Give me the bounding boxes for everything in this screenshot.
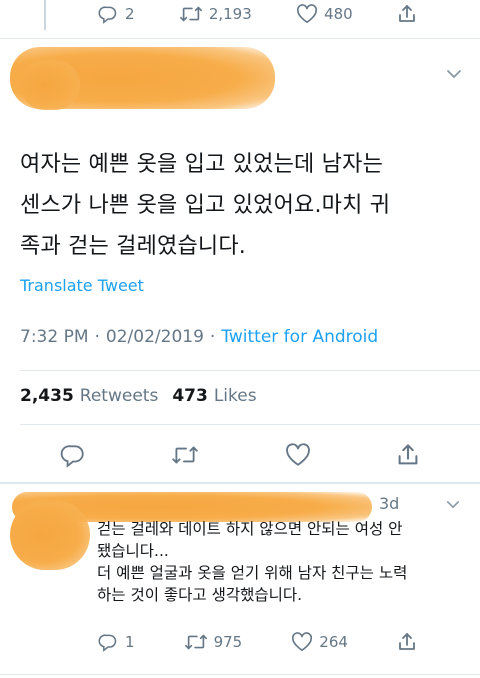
separator-dot: · xyxy=(94,327,100,347)
share-button[interactable] xyxy=(397,632,417,652)
thread-line xyxy=(44,0,46,30)
tweet-stats: 2,435 Retweets 473 Likes xyxy=(20,386,257,406)
chevron-down-icon[interactable] xyxy=(445,68,463,80)
like-button[interactable]: 264 xyxy=(291,632,348,652)
tweet-time: 7:32 PM xyxy=(20,327,89,347)
translate-tweet-link[interactable]: Translate Tweet xyxy=(20,276,144,295)
retweet-button[interactable]: 2,193 xyxy=(179,4,252,24)
like-icon[interactable] xyxy=(285,443,311,467)
tweet-text-line: 여자는 예쁜 옷을 입고 있었는데 남자는 xyxy=(20,152,384,177)
tweet-date: 02/02/2019 xyxy=(105,327,204,347)
main-action-bar xyxy=(60,441,420,469)
divider xyxy=(0,38,480,39)
redacted-author xyxy=(20,60,80,110)
divider xyxy=(20,370,480,371)
retweet-count: 2,193 xyxy=(208,5,252,23)
reply-button[interactable]: 1 xyxy=(97,632,135,652)
divider xyxy=(0,674,480,675)
chevron-down-icon[interactable] xyxy=(445,499,461,510)
share-icon xyxy=(399,5,415,22)
likes-value[interactable]: 473 xyxy=(172,386,208,406)
reply-text-line: 됐습니다... xyxy=(97,542,169,560)
reply-text-line: 걷는 걸레와 데이트 하지 않으면 안되는 여성 안 xyxy=(97,520,403,538)
share-button[interactable] xyxy=(397,4,417,24)
reply-text-line: 더 예쁜 얼굴과 옷을 얻기 위해 남자 친구는 노력 xyxy=(97,564,408,582)
share-icon[interactable] xyxy=(396,443,420,467)
retweets-value[interactable]: 2,435 xyxy=(20,386,74,406)
retweet-icon xyxy=(179,6,202,22)
tweet-text-line: 센스가 나쁜 옷을 입고 있었어요.마치 귀 xyxy=(20,193,391,218)
tweet-text-line: 족과 걷는 걸레였습니다. xyxy=(20,234,246,259)
retweet-icon[interactable] xyxy=(171,443,199,467)
likes-label[interactable]: Likes xyxy=(214,386,257,406)
share-icon xyxy=(399,633,415,650)
retweet-count: 975 xyxy=(213,633,243,651)
like-icon xyxy=(292,632,313,651)
reply-icon xyxy=(98,6,117,24)
tweet-text: 여자는 예쁜 옷을 입고 있었는데 남자는 센스가 나쁜 옷을 입고 있었어요.… xyxy=(20,144,470,267)
like-icon xyxy=(297,4,318,23)
separator-dot: · xyxy=(209,327,216,347)
top-action-bar: 2 2,193 480 xyxy=(97,2,417,26)
reply-icon[interactable] xyxy=(60,442,86,468)
retweet-icon xyxy=(184,634,207,650)
tweet-source[interactable]: Twitter for Android xyxy=(221,327,378,347)
reply-button[interactable]: 2 xyxy=(97,4,135,24)
like-count: 480 xyxy=(324,5,353,23)
retweets-label[interactable]: Retweets xyxy=(80,386,159,406)
retweet-button[interactable]: 975 xyxy=(184,632,243,652)
reply-icon xyxy=(98,634,117,652)
reply-count: 1 xyxy=(125,633,135,651)
reply-text: 걷는 걸레와 데이트 하지 않으면 안되는 여성 안 됐습니다... 더 예쁜 … xyxy=(97,518,472,606)
reply-time-ago: 3d xyxy=(379,494,400,513)
like-count: 264 xyxy=(319,633,348,651)
reply-text-line: 하는 것이 좋다고 생각했습니다. xyxy=(97,586,303,604)
reply-action-bar: 1 975 264 xyxy=(97,630,417,654)
divider xyxy=(20,424,480,425)
reply-count: 2 xyxy=(125,5,135,23)
redacted-reply-avatar xyxy=(10,500,90,570)
like-button[interactable]: 480 xyxy=(296,4,353,24)
divider xyxy=(0,482,480,484)
timestamp-line: 7:32 PM · 02/02/2019 · Twitter for Andro… xyxy=(20,327,378,347)
